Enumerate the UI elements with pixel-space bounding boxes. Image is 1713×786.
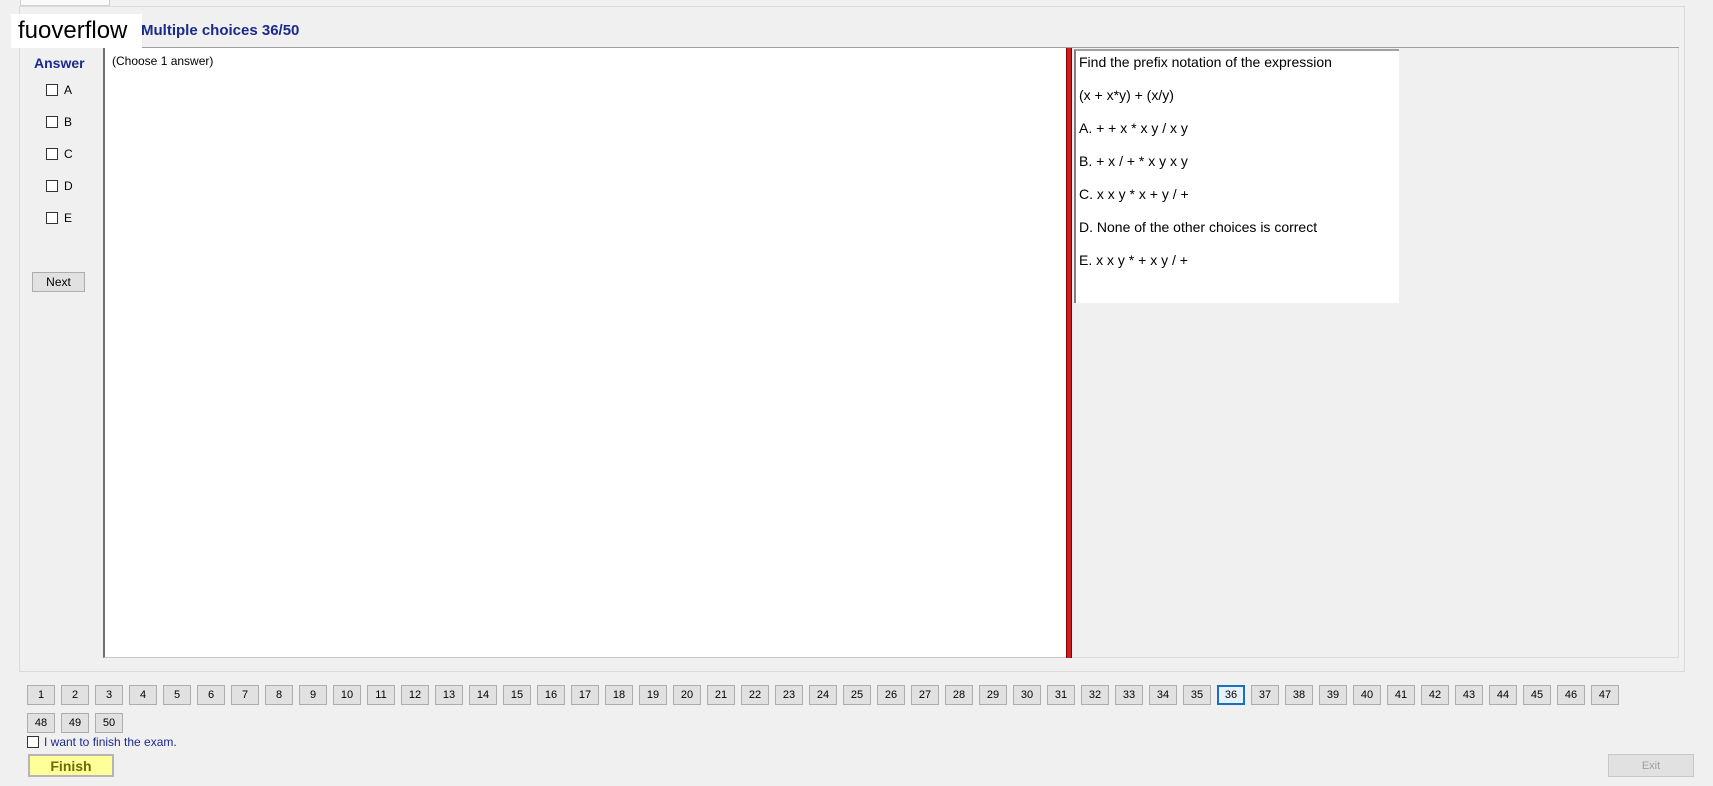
question-nav-button[interactable]: 27 bbox=[911, 685, 939, 705]
option-b[interactable]: B bbox=[46, 114, 72, 130]
question-nav-button[interactable]: 16 bbox=[537, 685, 565, 705]
question-nav-button[interactable]: 24 bbox=[809, 685, 837, 705]
question-nav-button[interactable]: 41 bbox=[1387, 685, 1415, 705]
question-nav-button[interactable]: 9 bbox=[299, 685, 327, 705]
next-button[interactable]: Next bbox=[32, 272, 85, 292]
question-nav-button[interactable]: 44 bbox=[1489, 685, 1517, 705]
question-nav-button[interactable]: 8 bbox=[265, 685, 293, 705]
option-e[interactable]: E bbox=[46, 210, 72, 226]
option-d[interactable]: D bbox=[46, 178, 73, 194]
option-a-checkbox[interactable] bbox=[46, 84, 58, 96]
question-nav-button[interactable]: 43 bbox=[1455, 685, 1483, 705]
question-nav-button[interactable]: 35 bbox=[1183, 685, 1211, 705]
question-nav-button[interactable]: 40 bbox=[1353, 685, 1381, 705]
question-nav-button[interactable]: 2 bbox=[61, 685, 89, 705]
option-a-label: A bbox=[64, 83, 73, 97]
question-nav-button[interactable]: 46 bbox=[1557, 685, 1585, 705]
option-c[interactable]: C bbox=[46, 146, 73, 162]
question-nav-button[interactable]: 31 bbox=[1047, 685, 1075, 705]
option-c-label: C bbox=[64, 147, 73, 161]
finish-button[interactable]: Finish bbox=[28, 754, 114, 777]
question-nav-button[interactable]: 42 bbox=[1421, 685, 1449, 705]
question-nav-button[interactable]: 4 bbox=[129, 685, 157, 705]
option-a[interactable]: A bbox=[46, 82, 72, 98]
option-e-checkbox[interactable] bbox=[46, 212, 58, 224]
question-nav-button[interactable]: 20 bbox=[673, 685, 701, 705]
question-nav-button[interactable]: 33 bbox=[1115, 685, 1143, 705]
question-nav-button[interactable]: 15 bbox=[503, 685, 531, 705]
choice-c-text: C. x x y * x + y / + bbox=[1079, 186, 1189, 202]
question-nav-button[interactable]: 5 bbox=[163, 685, 191, 705]
question-nav-button[interactable]: 39 bbox=[1319, 685, 1347, 705]
choice-b-text: B. + x / + * x y x y bbox=[1079, 153, 1188, 169]
question-nav-button[interactable]: 45 bbox=[1523, 685, 1551, 705]
question-nav-button[interactable]: 47 bbox=[1591, 685, 1619, 705]
option-e-label: E bbox=[64, 211, 73, 225]
choice-d-text: D. None of the other choices is correct bbox=[1079, 219, 1318, 235]
question-nav-button[interactable]: 12 bbox=[401, 685, 429, 705]
question-nav-button[interactable]: 28 bbox=[945, 685, 973, 705]
question-nav-button[interactable]: 11 bbox=[367, 685, 395, 705]
question-nav-button[interactable]: 17 bbox=[571, 685, 599, 705]
question-nav-button[interactable]: 18 bbox=[605, 685, 633, 705]
question-nav-button[interactable]: 25 bbox=[843, 685, 871, 705]
finish-confirm-label: I want to finish the exam. bbox=[44, 735, 177, 749]
question-nav-button[interactable]: 37 bbox=[1251, 685, 1279, 705]
option-b-checkbox[interactable] bbox=[46, 116, 58, 128]
question-nav-button[interactable]: 22 bbox=[741, 685, 769, 705]
question-nav-button[interactable]: 32 bbox=[1081, 685, 1109, 705]
option-d-label: D bbox=[64, 179, 73, 193]
choice-a-text: A. + + x * x y / x y bbox=[1079, 120, 1188, 136]
answer-heading: Answer bbox=[34, 55, 85, 71]
question-nav-button[interactable]: 13 bbox=[435, 685, 463, 705]
question-nav-button[interactable]: 49 bbox=[61, 713, 89, 733]
question-nav-button[interactable]: 14 bbox=[469, 685, 497, 705]
option-c-checkbox[interactable] bbox=[46, 148, 58, 160]
option-b-label: B bbox=[64, 115, 73, 129]
choice-e-text: E. x x y * + x y / + bbox=[1079, 252, 1188, 268]
question-nav-button[interactable]: 10 bbox=[333, 685, 361, 705]
question-nav-button[interactable]: 19 bbox=[639, 685, 667, 705]
question-nav-button[interactable]: 50 bbox=[95, 713, 123, 733]
question-nav-button[interactable]: 38 bbox=[1285, 685, 1313, 705]
question-box: Find the prefix notation of the expressi… bbox=[1074, 49, 1399, 303]
choose-instruction: (Choose 1 answer) bbox=[112, 54, 214, 68]
question-nav-button[interactable]: 1 bbox=[27, 685, 55, 705]
question-nav-button[interactable]: 3 bbox=[95, 685, 123, 705]
option-d-checkbox[interactable] bbox=[46, 180, 58, 192]
question-text: Find the prefix notation of the expressi… bbox=[1079, 54, 1332, 70]
question-nav-button[interactable]: 29 bbox=[979, 685, 1007, 705]
question-nav-button[interactable]: 23 bbox=[775, 685, 803, 705]
question-nav-button[interactable]: 6 bbox=[197, 685, 225, 705]
question-expression: (x + x*y) + (x/y) bbox=[1079, 87, 1174, 103]
question-nav-button[interactable]: 34 bbox=[1149, 685, 1177, 705]
question-nav-button[interactable]: 48 bbox=[27, 713, 55, 733]
finish-confirm[interactable]: I want to finish the exam. bbox=[27, 735, 177, 749]
page-title: Multiple choices 36/50 bbox=[141, 22, 300, 39]
watermark-logo: fuoverflow bbox=[11, 14, 142, 48]
question-nav-button[interactable]: 36 bbox=[1217, 685, 1245, 705]
question-nav-button[interactable]: 21 bbox=[707, 685, 735, 705]
question-nav-button[interactable]: 7 bbox=[231, 685, 259, 705]
question-nav-button[interactable]: 30 bbox=[1013, 685, 1041, 705]
answer-panel: (Choose 1 answer) bbox=[103, 48, 1066, 658]
question-nav-button[interactable]: 26 bbox=[877, 685, 905, 705]
finish-confirm-checkbox[interactable] bbox=[27, 736, 39, 748]
exit-button[interactable]: Exit bbox=[1608, 754, 1694, 777]
